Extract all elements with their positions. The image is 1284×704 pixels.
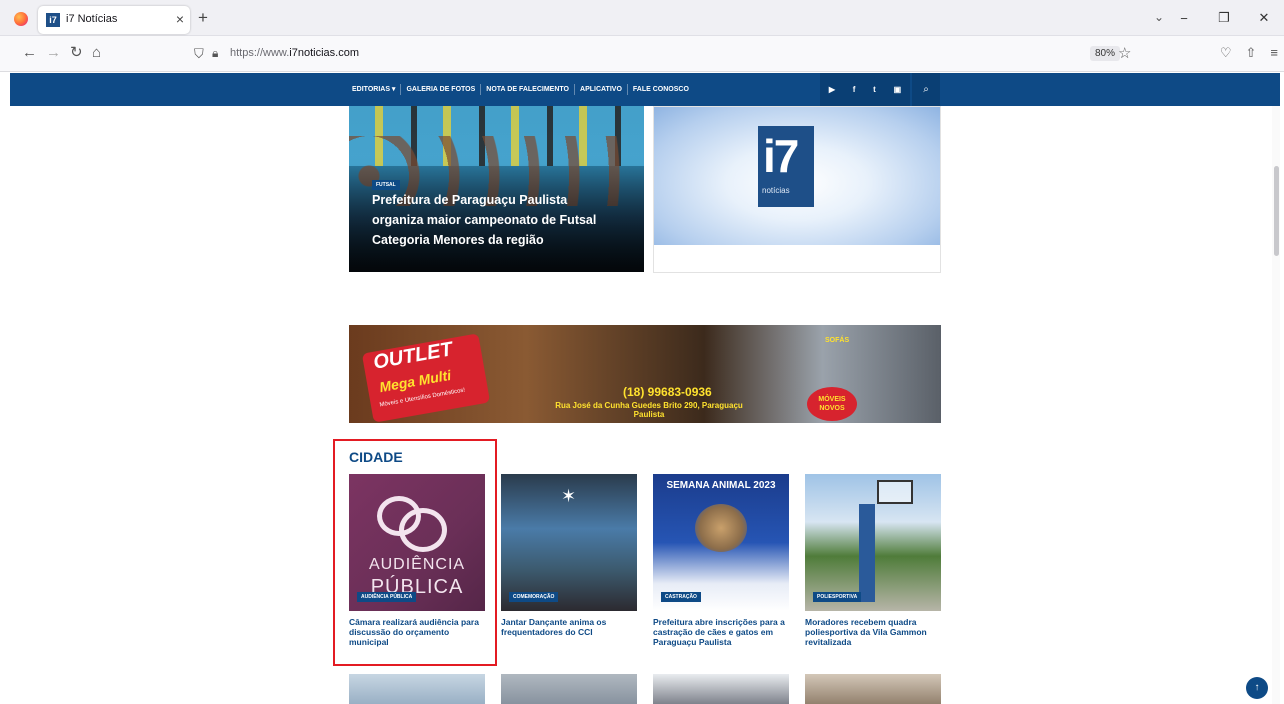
tab-strip: i7 i7 Notícias × + ⌄ − ❐ ✕ [0, 0, 1284, 36]
scrollbar-thumb[interactable] [1274, 166, 1279, 256]
list-all-tabs-icon[interactable]: ⌄ [1154, 10, 1164, 24]
forward-icon[interactable]: → [46, 45, 61, 61]
site-menu: EDITORIAS ▾ GALERIA DE FOTOS NOTA DE FAL… [347, 73, 694, 106]
back-to-top-icon[interactable]: ↑ [1246, 677, 1268, 699]
hoop-pole-image [859, 504, 875, 602]
news-card-castracao[interactable]: SEMANA ANIMAL 2023 CASTRAÇÃO Prefeitura … [653, 474, 789, 647]
menu-fale-conosco[interactable]: FALE CONOSCO [628, 84, 694, 95]
address-bar[interactable]: ⛉ 🔒︎ https://www.i7noticias.com 80% ☆ [186, 41, 1146, 67]
news-card-image[interactable] [805, 674, 941, 704]
play-icon[interactable]: ▶ [829, 85, 835, 94]
page-viewport: EDITORIAS ▾ GALERIA DE FOTOS NOTA DE FAL… [10, 73, 1280, 704]
ad-address: Rua José da Cunha Guedes Brito 290, Para… [555, 401, 743, 419]
tracking-shield-icon[interactable]: ⛉ [194, 46, 204, 62]
back-icon[interactable]: ← [22, 45, 37, 61]
bookmark-star-icon[interactable]: ☆ [1118, 44, 1131, 62]
news-card-quadra[interactable]: POLIESPORTIVA Moradores recebem quadra p… [805, 474, 941, 647]
ad-moveis-novos: MÓVEIS NOVOS [807, 387, 857, 421]
browser-window: i7 i7 Notícias × + ⌄ − ❐ ✕ ← → ↻ ⌂ ⛉ 🔒︎ … [0, 0, 1284, 704]
close-tab-icon[interactable]: × [176, 11, 184, 27]
minimize-icon[interactable]: − [1164, 11, 1204, 26]
ad-sofas: SOFÁS [825, 337, 850, 344]
menu-aplicativo[interactable]: APLICATIVO [575, 84, 628, 95]
card-image-castracao[interactable]: SEMANA ANIMAL 2023 CASTRAÇÃO [653, 474, 789, 611]
card-image-quadra[interactable]: POLIESPORTIVA [805, 474, 941, 611]
card-image-jantar[interactable]: ✶ COMEMORAÇÃO [501, 474, 637, 611]
ad-phone: (18) 99683-0936 [623, 385, 712, 399]
news-card-audiencia[interactable]: AUDIÊNCIA PÚBLICA AUDIÊNCIA PÚBLICA Câma… [349, 474, 485, 647]
url-text[interactable]: https://www.i7noticias.com [230, 47, 359, 59]
news-card-jantar[interactable]: ✶ COMEMORAÇÃO Jantar Dançante anima os f… [501, 474, 637, 637]
tab-i7-noticias[interactable]: i7 i7 Notícias × [38, 6, 190, 34]
image-text-semana-animal: SEMANA ANIMAL 2023 [666, 480, 776, 491]
scrollbar[interactable] [1272, 106, 1280, 704]
category-badge[interactable]: COMEMORAÇÃO [509, 592, 559, 602]
hero-news-i7[interactable]: i7 notícias [653, 106, 941, 273]
site-search-icon[interactable]: ⌕ [912, 73, 940, 106]
pocket-icon[interactable]: ♡ [1220, 45, 1232, 61]
card-title[interactable]: Moradores recebem quadra poliesportiva d… [805, 617, 941, 647]
lock-icon[interactable]: 🔒︎ [212, 46, 218, 61]
tab-title: i7 Notícias [66, 13, 118, 25]
category-badge[interactable]: POLIESPORTIVA [813, 592, 862, 602]
hero-news-futsal[interactable]: FUTSAL Prefeitura de Paraguaçu Paulista … [349, 106, 644, 272]
navigation-toolbar: ← → ↻ ⌂ ⛉ 🔒︎ https://www.i7noticias.com … [0, 36, 1284, 72]
card-title[interactable]: Jantar Dançante anima os frequentadores … [501, 617, 637, 637]
close-window-icon[interactable]: ✕ [1244, 10, 1284, 26]
card-title[interactable]: Prefeitura abre inscrições para a castra… [653, 617, 789, 647]
star-decoration-icon: ✶ [561, 486, 577, 506]
firefox-icon[interactable] [14, 12, 28, 26]
menu-icon[interactable]: ≡ [1270, 45, 1278, 61]
logo-small-text: notícias [762, 186, 790, 195]
card-image-audiencia[interactable]: AUDIÊNCIA PÚBLICA AUDIÊNCIA PÚBLICA [349, 474, 485, 611]
news-card-image[interactable] [653, 674, 789, 704]
site-header-nav: EDITORIAS ▾ GALERIA DE FOTOS NOTA DE FAL… [10, 73, 1280, 106]
facebook-icon[interactable]: f [853, 85, 856, 94]
i7-banner-image[interactable]: i7 notícias [654, 107, 940, 245]
speech-bubble-icon [399, 508, 447, 552]
category-badge[interactable]: AUDIÊNCIA PÚBLICA [357, 592, 417, 602]
animals-image [695, 504, 747, 552]
news-card-image[interactable] [349, 674, 485, 704]
share-icon[interactable]: ⇧ [1246, 45, 1257, 61]
category-badge[interactable]: CASTRAÇÃO [661, 592, 701, 602]
reload-icon[interactable]: ↻ [70, 45, 83, 61]
menu-galeria-de-fotos[interactable]: GALERIA DE FOTOS [401, 84, 482, 95]
hero-title[interactable]: Prefeitura de Paraguaçu Paulista organiz… [372, 190, 622, 250]
card-title[interactable]: Câmara realizará audiência para discussã… [349, 617, 485, 647]
restore-icon[interactable]: ❐ [1204, 10, 1244, 26]
home-icon[interactable]: ⌂ [92, 45, 101, 61]
image-text-audiencia: AUDIÊNCIA [368, 556, 466, 573]
window-controls: − ❐ ✕ [1164, 0, 1284, 36]
zoom-level[interactable]: 80% [1090, 46, 1121, 61]
menu-editorias[interactable]: EDITORIAS ▾ [347, 84, 402, 95]
i7-logo: i7 notícias [758, 126, 814, 207]
logo-big-text: i7 [763, 130, 799, 182]
category-badge[interactable]: FUTSAL [372, 180, 400, 190]
site-favicon-icon: i7 [46, 13, 60, 27]
social-links: ▶ f t ▣ [820, 73, 910, 106]
outlet-ad-banner[interactable]: OUTLET Mega Multi Móveis e Utensílios Do… [349, 325, 941, 423]
toolbar-right-icons: ♡ ⇧ ≡ [1220, 45, 1278, 61]
youtube-icon[interactable]: ▣ [894, 85, 902, 94]
news-card-image[interactable] [501, 674, 637, 704]
basketball-hoop-image [877, 480, 913, 504]
new-tab-icon[interactable]: + [198, 9, 208, 26]
twitter-icon[interactable]: t [873, 85, 876, 94]
menu-nota-de-falecimento[interactable]: NOTA DE FALECIMENTO [481, 84, 576, 95]
